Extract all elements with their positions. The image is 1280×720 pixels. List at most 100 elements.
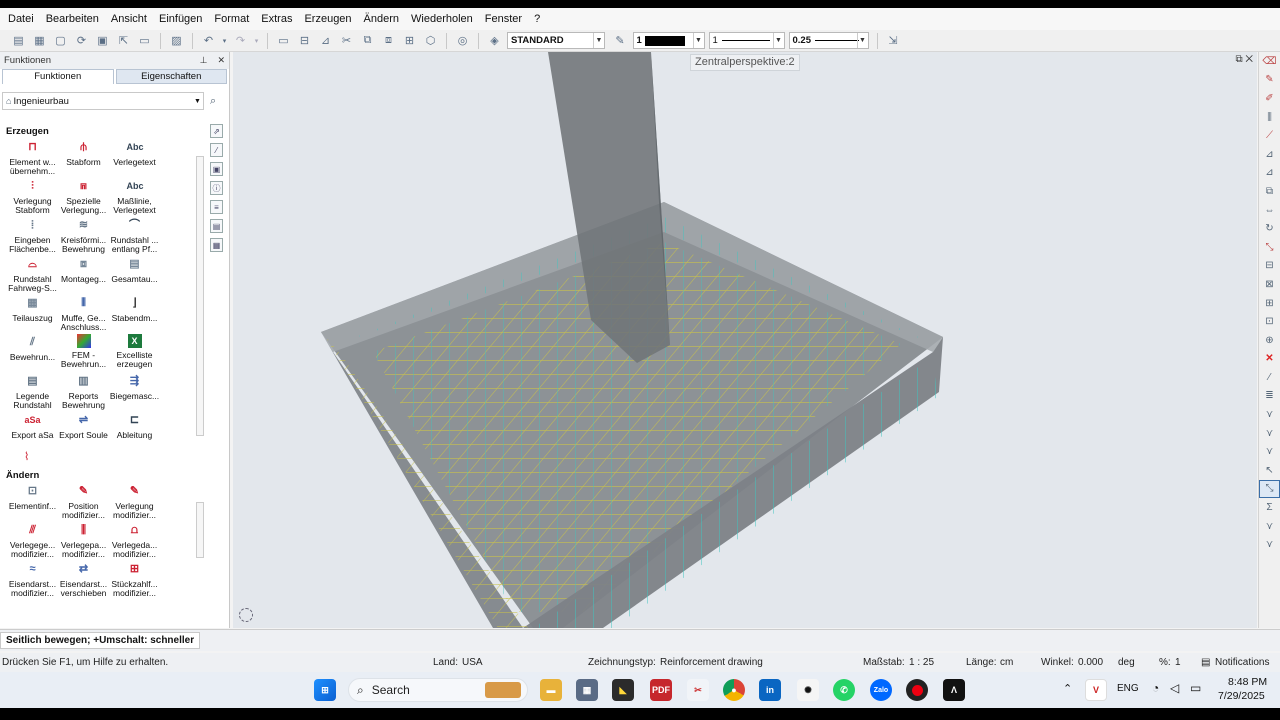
tool-verlegedaten[interactable]: ⩍ Verlegeda... modifizier...	[109, 521, 160, 560]
restore-window-icon[interactable]: ⧉	[1235, 54, 1242, 65]
eraser-icon[interactable]: ⌫	[1259, 52, 1280, 71]
tool-kreisfoermig[interactable]: ≋ Kreisförmi... Bewehrung	[58, 216, 109, 255]
tool-stueckzahlfaktor[interactable]: ⊞ Stückzahlf... modifizier...	[109, 560, 160, 599]
category-select[interactable]: ⌂ Ingenieurbau ▼	[2, 92, 204, 110]
chatgpt-icon[interactable]: ✺	[797, 679, 819, 701]
tool-rundstahl-fahrweg[interactable]: ⌓ Rundstahl Fahrweg-S...	[7, 255, 58, 294]
angle-value[interactable]: 0.000	[1078, 657, 1103, 668]
redo-icon[interactable]: ↷	[232, 32, 250, 50]
new-project-icon[interactable]: ▤	[10, 32, 28, 50]
country-value[interactable]: USA	[462, 657, 483, 668]
stretch-icon[interactable]: ⇔	[1259, 201, 1280, 220]
tool-verlegegeometrie[interactable]: ⫻ Verlegege... modifizier...	[7, 521, 58, 560]
zalo-icon[interactable]: Zalo	[870, 679, 892, 701]
paste-icon[interactable]: ⧈	[380, 32, 398, 50]
pen-thickness-select[interactable]: 1 ▼	[632, 32, 705, 49]
close-view-icon[interactable]: ✕	[1245, 54, 1253, 65]
duplicate-icon[interactable]: ⊞	[401, 32, 419, 50]
menu-extras[interactable]: Extras	[255, 8, 298, 30]
wifi-icon[interactable]: ◔	[1152, 681, 1159, 695]
filter-icon[interactable]: ⋎	[1259, 517, 1280, 536]
print-preview-icon[interactable]: ▭	[136, 32, 154, 50]
tool-spezielle-verlegung[interactable]: ⩎ Spezielle Verlegung...	[58, 177, 109, 216]
parallel-icon[interactable]: ⫼	[1259, 108, 1280, 127]
chrome-icon[interactable]: ●	[723, 679, 745, 701]
menu-fenster[interactable]: Fenster	[479, 8, 528, 30]
split-icon[interactable]: ⊡	[1259, 312, 1280, 331]
pin-icon[interactable]: ⊥	[200, 55, 208, 66]
format-painter-icon[interactable]: ⇲	[884, 32, 902, 50]
pen-icon[interactable]: ✎	[611, 32, 629, 50]
search-icon[interactable]: ⌕	[210, 95, 216, 108]
undo-dropdown-icon[interactable]: ▾	[221, 32, 229, 50]
taskbar-search[interactable]: ⌕ Search	[348, 678, 528, 702]
tool-position-modifizieren[interactable]: ✎ Position modifizier...	[58, 482, 109, 521]
menu-format[interactable]: Format	[208, 8, 255, 30]
tool-rundstahl-pfad[interactable]: ⌒ Rundstahl ... entlang Pf...	[109, 216, 160, 255]
new-file-icon[interactable]: ▢	[52, 32, 70, 50]
dimension-icon[interactable]: ⊟	[296, 32, 314, 50]
angle-unit[interactable]: deg	[1118, 657, 1135, 668]
menu-einfuegen[interactable]: Einfügen	[153, 8, 208, 30]
tool-masslinie[interactable]: Abc Maßlinie, Verlegetext	[109, 177, 160, 216]
record-icon[interactable]	[906, 679, 928, 701]
table-icon[interactable]: ▤	[210, 219, 223, 233]
redo-dropdown-icon[interactable]: ▾	[253, 32, 261, 50]
pdf-reader-icon[interactable]: PDF	[650, 679, 672, 701]
tool-gesamtauszug[interactable]: ▤ Gesamtau...	[109, 255, 160, 294]
windows-start-icon[interactable]: ⊞	[314, 679, 336, 701]
layer-select[interactable]: STANDARD ▼	[507, 32, 605, 49]
file-explorer-icon[interactable]: ▬	[540, 679, 562, 701]
tool-bewehrung[interactable]: ⫽ Bewehrun...	[7, 333, 58, 372]
properties-icon[interactable]: ⊕	[1259, 331, 1280, 350]
draw-icon[interactable]: ✐	[1259, 89, 1280, 108]
tool-verlegung-stabform[interactable]: ⫶ Verlegung Stabform	[7, 177, 58, 216]
length-unit[interactable]: cm	[1000, 657, 1013, 668]
tool-element-uebernehmen[interactable]: ⊓ Element w... übernehm...	[7, 138, 58, 177]
plot-icon[interactable]: ▨	[168, 32, 186, 50]
tab-funktionen[interactable]: Funktionen	[2, 69, 114, 84]
tool-ableitung[interactable]: ⊏ Ableitung	[109, 411, 160, 450]
volume-icon[interactable]: ◁	[1170, 681, 1179, 695]
edit-icon[interactable]: ⁄	[210, 143, 223, 157]
tray-chevron-icon[interactable]: ⌃	[1063, 682, 1072, 695]
filter-b-icon[interactable]: ⋎	[1259, 424, 1280, 443]
scale-icon[interactable]: ⤡	[1259, 238, 1280, 257]
tool-eisendarstellung-modifizieren[interactable]: ≈ Eisendarst... modifizier...	[7, 560, 58, 599]
menu-erzeugen[interactable]: Erzeugen	[298, 8, 357, 30]
menu-help[interactable]: ?	[528, 8, 546, 30]
sum-icon[interactable]: Σ	[1259, 498, 1280, 517]
mirror-icon[interactable]: ⊿	[1259, 145, 1280, 164]
dimension-angle-icon[interactable]: ⊿	[317, 32, 335, 50]
layer-icon[interactable]: ◈	[486, 32, 504, 50]
refresh-icon[interactable]: ⟳	[73, 32, 91, 50]
whatsapp-icon[interactable]: ✆	[833, 679, 855, 701]
tool-muffe[interactable]: ⫴ Muffe, Ge... Anschluss...	[58, 294, 109, 333]
tool-stabendmarke[interactable]: ⌋ Stabendm...	[109, 294, 160, 333]
battery-icon[interactable]: ▭	[1190, 681, 1201, 695]
copy-icon[interactable]: ⧉	[359, 32, 377, 50]
tool-verlegung-modifizieren[interactable]: ✎ Verlegung modifizier...	[109, 482, 160, 521]
save-icon[interactable]: ▣	[94, 32, 112, 50]
menu-ansicht[interactable]: Ansicht	[105, 8, 153, 30]
antivirus-icon[interactable]: V	[1085, 679, 1107, 701]
3d-view-icon[interactable]: ⬡	[422, 32, 440, 50]
linkedin-icon[interactable]: in	[759, 679, 781, 701]
filter-all-icon[interactable]: ⋎	[1259, 535, 1280, 554]
tool-reports[interactable]: ▥ Reports Bewehrung	[58, 372, 109, 411]
drawing-type-value[interactable]: Reinforcement drawing	[660, 657, 763, 668]
cut-icon[interactable]: ✂	[338, 32, 356, 50]
pick-icon[interactable]: ⁄	[1259, 368, 1280, 387]
select-active-icon[interactable]: ⤡	[1259, 479, 1280, 499]
filter-a-icon[interactable]: ⋎	[1259, 405, 1280, 424]
tool-legende[interactable]: ▤ Legende Rundstahl	[7, 372, 58, 411]
line-type-select[interactable]: 1 ▼	[708, 32, 785, 49]
grid-icon[interactable]: ▦	[210, 238, 223, 252]
export-icon[interactable]: ⇱	[115, 32, 133, 50]
tool-verlegeparameter[interactable]: ⫼ Verlegepa... modifizier...	[58, 521, 109, 560]
modify-scrollbar[interactable]	[196, 502, 204, 558]
tool-eisendarstellung-verschieben[interactable]: ⇄ Eisendarst... verschieben	[58, 560, 109, 599]
tool-verlegetext[interactable]: Abc Verlegetext	[109, 138, 160, 177]
navigation-icon[interactable]: ◎	[454, 32, 472, 50]
tool-biegemaschine[interactable]: ⇶ Biegemasc...	[109, 372, 160, 411]
